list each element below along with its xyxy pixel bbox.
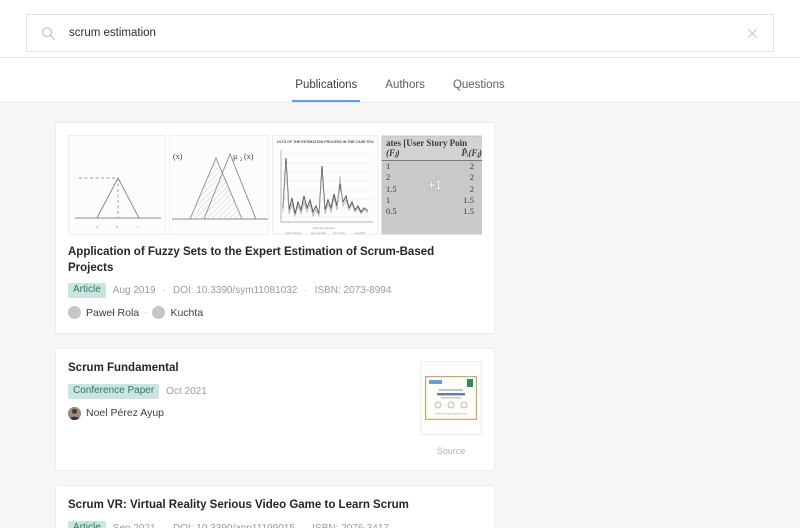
publication-type-badge: Article (68, 283, 106, 299)
publication-date: Sep 2021 (113, 523, 156, 528)
publication-isbn: ISBN: 2076-3417 (312, 523, 389, 528)
publication-doi: DOI: 10.3390/app11199015 (173, 523, 295, 528)
meta-separator: · (304, 285, 308, 297)
result-card[interactable]: Scrum VR: Virtual Reality Serious Video … (55, 485, 495, 528)
publication-authors: Paweł Rola · Kuchta (68, 306, 482, 320)
table-thumb-header: ates [User Story Poin (382, 137, 482, 148)
svg-text:(x): (x) (173, 152, 183, 161)
svg-text:expert estimate: expert estimate (285, 232, 302, 235)
meta-separator: · (302, 523, 305, 528)
author-name[interactable]: Paweł Rola (86, 307, 139, 319)
publication-thumbnails[interactable]: a b c (x) μ 2 (x) ULTS OF THE ESTIMATION… (68, 135, 482, 235)
cell-p: 2 (469, 161, 474, 171)
publication-type-badge: Article (68, 520, 106, 528)
svg-text:b: b (116, 224, 119, 229)
publication-authors: Noel Pérez Ayup (68, 406, 406, 420)
cell-p: 2 (469, 172, 474, 183)
publication-title[interactable]: Application of Fuzzy Sets to the Expert … (68, 245, 482, 276)
svg-text:ULTS OF THE ESTIMATION PROCESS: ULTS OF THE ESTIMATION PROCESS IN THE CA… (277, 140, 374, 144)
publication-title[interactable]: Scrum VR: Virtual Reality Serious Video … (68, 498, 482, 514)
svg-text:μ: μ (233, 152, 237, 161)
result-card[interactable]: Scrum Fundamental Conference Paper Oct 2… (55, 348, 495, 472)
search-header (0, 0, 800, 58)
thumbnail-results-table: ates [User Story Poin (Fⱼ) P̂ᵢ(Fⱼ) 1 2 2… (381, 135, 482, 235)
cell-f: 1 (386, 161, 391, 171)
meta-separator: · (163, 523, 166, 528)
publication-date: Aug 2019 (112, 285, 156, 297)
tab-authors[interactable]: Authors (382, 79, 428, 103)
cell-f: 1.5 (386, 183, 397, 194)
search-bar[interactable] (26, 14, 774, 52)
search-icon (41, 26, 56, 41)
clear-search-button[interactable] (743, 24, 761, 42)
avatar (152, 306, 166, 320)
result-type-tabs: Publications Authors Questions (0, 58, 800, 103)
tab-questions[interactable]: Questions (450, 79, 508, 103)
author-item[interactable]: Paweł Rola (68, 306, 139, 320)
svg-text:fuzzy value: fuzzy value (333, 232, 346, 235)
cell-p: 2 (469, 183, 474, 194)
tab-publications[interactable]: Publications (292, 79, 361, 102)
table-thumb-columns: (Fⱼ) P̂ᵢ(Fⱼ) (382, 148, 482, 161)
result-card[interactable]: a b c (x) μ 2 (x) ULTS OF THE ESTIMATION… (55, 122, 495, 335)
cell-f: 0.5 (386, 206, 397, 217)
thumbnail-estimation-line-chart: ULTS OF THE ESTIMATION PROCESS IN THE CA… (272, 135, 378, 235)
table-thumb-row: 1 2 (382, 161, 482, 172)
close-icon (747, 28, 757, 38)
author-name[interactable]: Kuchta (170, 307, 203, 319)
cell-p: 1.5 (463, 194, 474, 205)
source-thumbnail-column: Source (420, 361, 482, 456)
table-thumb-row: 1 1.5 (382, 195, 482, 206)
publication-meta: Article Aug 2019 · DOI: 10.3390/sym11081… (68, 283, 482, 299)
publication-doi: DOI: 10.3390/sym11081032 (172, 285, 298, 297)
publication-title[interactable]: Scrum Fundamental (68, 361, 406, 377)
svg-text:real effort: real effort (355, 232, 365, 235)
table-thumb-col-1: (Fⱼ) (386, 148, 400, 158)
svg-text:Estimation iteration: Estimation iteration (313, 226, 336, 230)
svg-text:a: a (96, 224, 98, 229)
thumbnail-fuzzy-triangle-1: a b c (68, 135, 166, 235)
publication-date: Oct 2021 (166, 385, 207, 397)
more-thumbnails-count[interactable]: +1 (428, 178, 442, 192)
avatar (68, 406, 81, 420)
author-item[interactable]: Kuchta (152, 306, 203, 320)
svg-text:c: c (137, 224, 139, 229)
meta-separator: · (162, 285, 166, 297)
thumbnail-fuzzy-triangle-2: (x) μ 2 (x) (169, 135, 269, 235)
cell-f: 1 (386, 194, 391, 205)
svg-text:(x): (x) (244, 152, 254, 161)
avatar (68, 306, 81, 320)
author-name[interactable]: Noel Pérez Ayup (86, 407, 164, 419)
search-input[interactable] (56, 26, 743, 40)
svg-text:team estimate: team estimate (311, 232, 327, 235)
publication-type-badge: Conference Paper (68, 383, 160, 399)
svg-text:2: 2 (240, 158, 243, 163)
thumbnail-source-document[interactable] (420, 361, 482, 436)
publication-meta: Article Sep 2021 · DOI: 10.3390/app11199… (68, 520, 482, 528)
search-results-list: a b c (x) μ 2 (x) ULTS OF THE ESTIMATION… (0, 103, 800, 528)
source-label: Source (436, 446, 466, 457)
cell-f: 2 (386, 172, 391, 183)
table-thumb-row: 0.5 1.5 (382, 206, 482, 217)
table-thumb-col-2: P̂ᵢ(Fⱼ) (461, 148, 482, 158)
publication-meta: Conference Paper Oct 2021 (68, 383, 406, 399)
cell-p: 1.5 (463, 206, 474, 217)
author-separator: · (144, 307, 148, 319)
publication-isbn: ISBN: 2073-8994 (314, 285, 392, 297)
author-item[interactable]: Noel Pérez Ayup (68, 406, 164, 420)
